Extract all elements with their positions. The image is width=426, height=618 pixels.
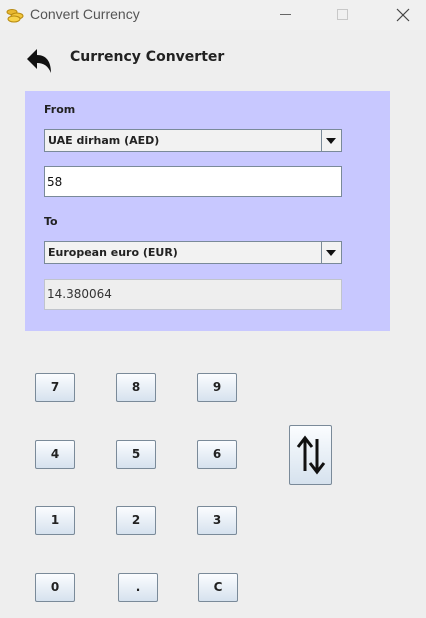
from-currency-value: UAE dirham (AED) xyxy=(48,134,160,147)
to-label: To xyxy=(44,215,58,228)
key-4[interactable]: 4 xyxy=(35,440,75,469)
from-label: From xyxy=(44,103,76,116)
window-title: Convert Currency xyxy=(30,6,140,22)
amount-input[interactable] xyxy=(44,166,342,197)
swap-currencies-button[interactable] xyxy=(289,425,332,485)
back-arrow-icon[interactable] xyxy=(24,46,54,76)
title-bar: Convert Currency xyxy=(0,0,426,30)
key-0[interactable]: 0 xyxy=(35,573,75,602)
key-7[interactable]: 7 xyxy=(35,373,75,402)
minimize-button[interactable] xyxy=(262,0,308,30)
clear-button[interactable]: C xyxy=(198,573,238,602)
key-5[interactable]: 5 xyxy=(116,440,156,469)
close-button[interactable] xyxy=(380,0,426,30)
close-icon xyxy=(396,8,410,22)
key-decimal[interactable]: . xyxy=(118,573,158,602)
chevron-down-icon[interactable] xyxy=(321,130,341,151)
from-currency-select[interactable]: UAE dirham (AED) xyxy=(44,129,342,152)
key-9[interactable]: 9 xyxy=(197,373,237,402)
coins-app-icon xyxy=(6,7,24,23)
swap-vertical-icon xyxy=(296,435,326,475)
converter-panel: From UAE dirham (AED) To European euro (… xyxy=(25,91,390,331)
result-field: 14.380064 xyxy=(44,279,342,310)
key-1[interactable]: 1 xyxy=(35,506,75,535)
page-title: Currency Converter xyxy=(70,49,225,65)
chevron-down-icon[interactable] xyxy=(321,242,341,263)
to-currency-select[interactable]: European euro (EUR) xyxy=(44,241,342,264)
key-3[interactable]: 3 xyxy=(197,506,237,535)
key-6[interactable]: 6 xyxy=(197,440,237,469)
key-2[interactable]: 2 xyxy=(116,506,156,535)
maximize-button[interactable] xyxy=(320,0,366,30)
key-8[interactable]: 8 xyxy=(116,373,156,402)
to-currency-value: European euro (EUR) xyxy=(48,246,178,259)
